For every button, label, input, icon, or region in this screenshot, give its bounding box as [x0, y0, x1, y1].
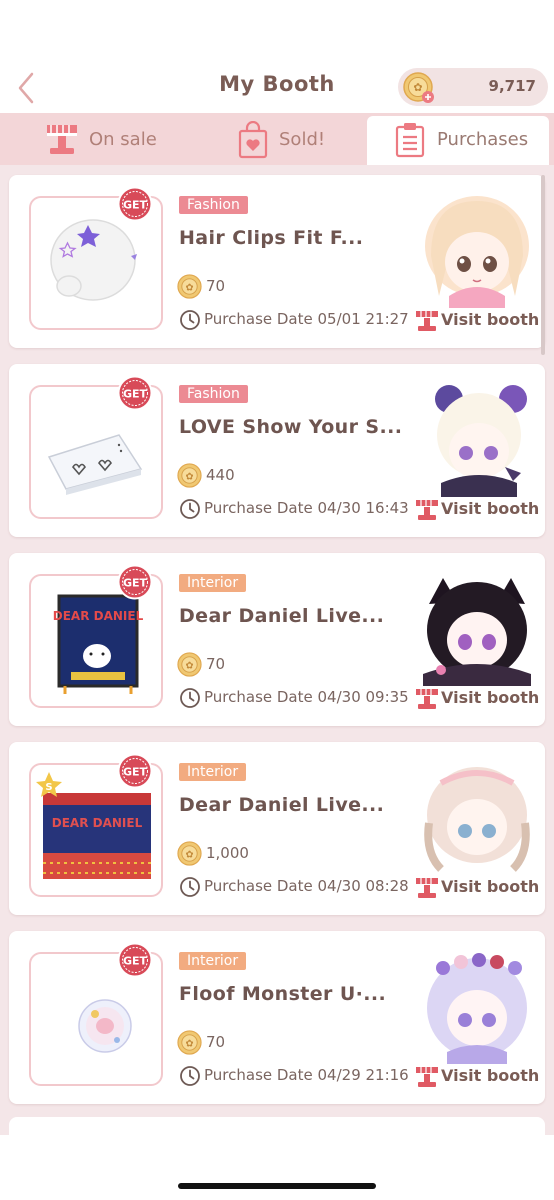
svg-text:GET: GET [123, 955, 148, 968]
purchase-card[interactable]: DEAR DANIEL S GET Interior Dear Daniel L… [9, 742, 545, 915]
item-name: Floof Monster U·... [179, 983, 387, 1005]
item-name: LOVE Show Your S... [179, 416, 403, 438]
item-price: 70 [206, 277, 226, 295]
seller-avatar[interactable] [421, 763, 533, 875]
coin-icon: ✿ [177, 652, 202, 677]
get-badge-icon: GET [117, 375, 153, 411]
svg-text:✿: ✿ [185, 849, 193, 860]
seller-avatar[interactable] [421, 385, 533, 497]
coin-count: 9,717 [488, 77, 536, 95]
svg-text:GET: GET [123, 577, 148, 590]
item-price: 70 [206, 655, 226, 673]
visit-booth-label: Visit booth [441, 499, 540, 518]
stall-icon [416, 1067, 438, 1087]
tab-purchases-label: Purchases [437, 129, 529, 150]
header-bar: My Booth ✿ 9,717 [0, 0, 554, 112]
visit-booth-label: Visit booth [441, 877, 540, 896]
category-tag: Interior [179, 763, 247, 781]
stall-icon [416, 878, 438, 898]
stall-icon [47, 125, 77, 154]
coin-icon: ✿ [177, 463, 202, 488]
purchase-date: Purchase Date 05/01 21:27 [204, 310, 409, 328]
stall-icon [416, 311, 438, 331]
stall-icon [416, 500, 438, 520]
tab-sold-label: Sold! [279, 129, 326, 150]
item-name: Dear Daniel Live... [179, 794, 385, 816]
purchase-date: Purchase Date 04/30 08:28 [204, 877, 409, 895]
coin-icon: ✿ [177, 274, 202, 299]
get-badge-icon: GET [117, 186, 153, 222]
purchase-card[interactable]: DEAR DANIEL GET Interior Dear Daniel Liv… [9, 553, 545, 726]
visit-booth-label: Visit booth [441, 688, 540, 707]
category-tag: Fashion [179, 385, 248, 403]
purchase-date: Purchase Date 04/29 21:16 [204, 1066, 409, 1084]
clock-icon [180, 877, 200, 897]
tab-bar: On sale Sold! Purchases [0, 113, 554, 165]
clock-icon [180, 310, 200, 330]
coin-balance[interactable]: ✿ 9,717 [398, 68, 548, 106]
svg-text:S: S [45, 782, 52, 793]
seller-avatar[interactable] [421, 574, 533, 686]
svg-text:✿: ✿ [413, 81, 422, 94]
purchase-card[interactable]: GET Fashion LOVE Show Your S... ✿ 440 Pu… [9, 364, 545, 537]
get-badge-icon: GET [117, 942, 153, 978]
purchase-date: Purchase Date 04/30 09:35 [204, 688, 409, 706]
category-tag: Interior [179, 952, 247, 970]
purchase-card[interactable]: GET Fashion Hair Clips Fit F... ✿ 70 Pur… [9, 175, 545, 348]
clock-icon [180, 1066, 200, 1086]
item-price: 70 [206, 1033, 226, 1051]
purchase-list[interactable]: GET Fashion Hair Clips Fit F... ✿ 70 Pur… [0, 165, 554, 1200]
svg-text:DEAR DANIEL: DEAR DANIEL [52, 816, 143, 830]
coin-icon: ✿ [177, 841, 202, 866]
scrollbar[interactable] [541, 175, 545, 355]
visit-booth-label: Visit booth [441, 1066, 540, 1085]
seller-avatar[interactable] [421, 952, 533, 1064]
coin-plus-icon: ✿ [403, 72, 434, 103]
category-tag: Fashion [179, 196, 248, 214]
home-indicator[interactable] [178, 1183, 376, 1189]
stall-icon [416, 689, 438, 709]
get-badge-icon: GET [117, 564, 153, 600]
svg-text:✿: ✿ [185, 282, 193, 293]
item-price: 1,000 [206, 844, 249, 862]
visit-booth-label: Visit booth [441, 310, 540, 329]
svg-text:DEAR DANIEL: DEAR DANIEL [53, 609, 144, 623]
svg-text:GET: GET [123, 388, 148, 401]
tab-purchases[interactable]: Purchases [367, 116, 549, 165]
tab-on-sale[interactable]: On sale [0, 113, 180, 165]
tab-on-sale-label: On sale [89, 129, 157, 150]
category-tag: Interior [179, 574, 247, 592]
svg-text:✿: ✿ [185, 660, 193, 671]
item-name: Dear Daniel Live... [179, 605, 385, 627]
item-name: Hair Clips Fit F... [179, 227, 364, 249]
item-price: 440 [206, 466, 235, 484]
svg-text:✿: ✿ [185, 1038, 193, 1049]
tab-sold[interactable]: Sold! [180, 113, 367, 165]
get-badge-icon: GET [117, 753, 153, 789]
coin-icon: ✿ [177, 1030, 202, 1055]
clock-icon [180, 688, 200, 708]
purchase-card[interactable]: GET Interior Floof Monster U·... ✿ 70 Pu… [9, 931, 545, 1104]
seller-avatar[interactable] [421, 196, 533, 308]
bottom-safe-area [0, 1135, 554, 1200]
svg-text:GET: GET [123, 766, 148, 779]
svg-text:GET: GET [123, 199, 148, 212]
shopping-bag-heart-icon [238, 121, 268, 159]
clock-icon [180, 499, 200, 519]
purchase-date: Purchase Date 04/30 16:43 [204, 499, 409, 517]
clipboard-list-icon [395, 123, 425, 158]
svg-text:✿: ✿ [185, 471, 193, 482]
